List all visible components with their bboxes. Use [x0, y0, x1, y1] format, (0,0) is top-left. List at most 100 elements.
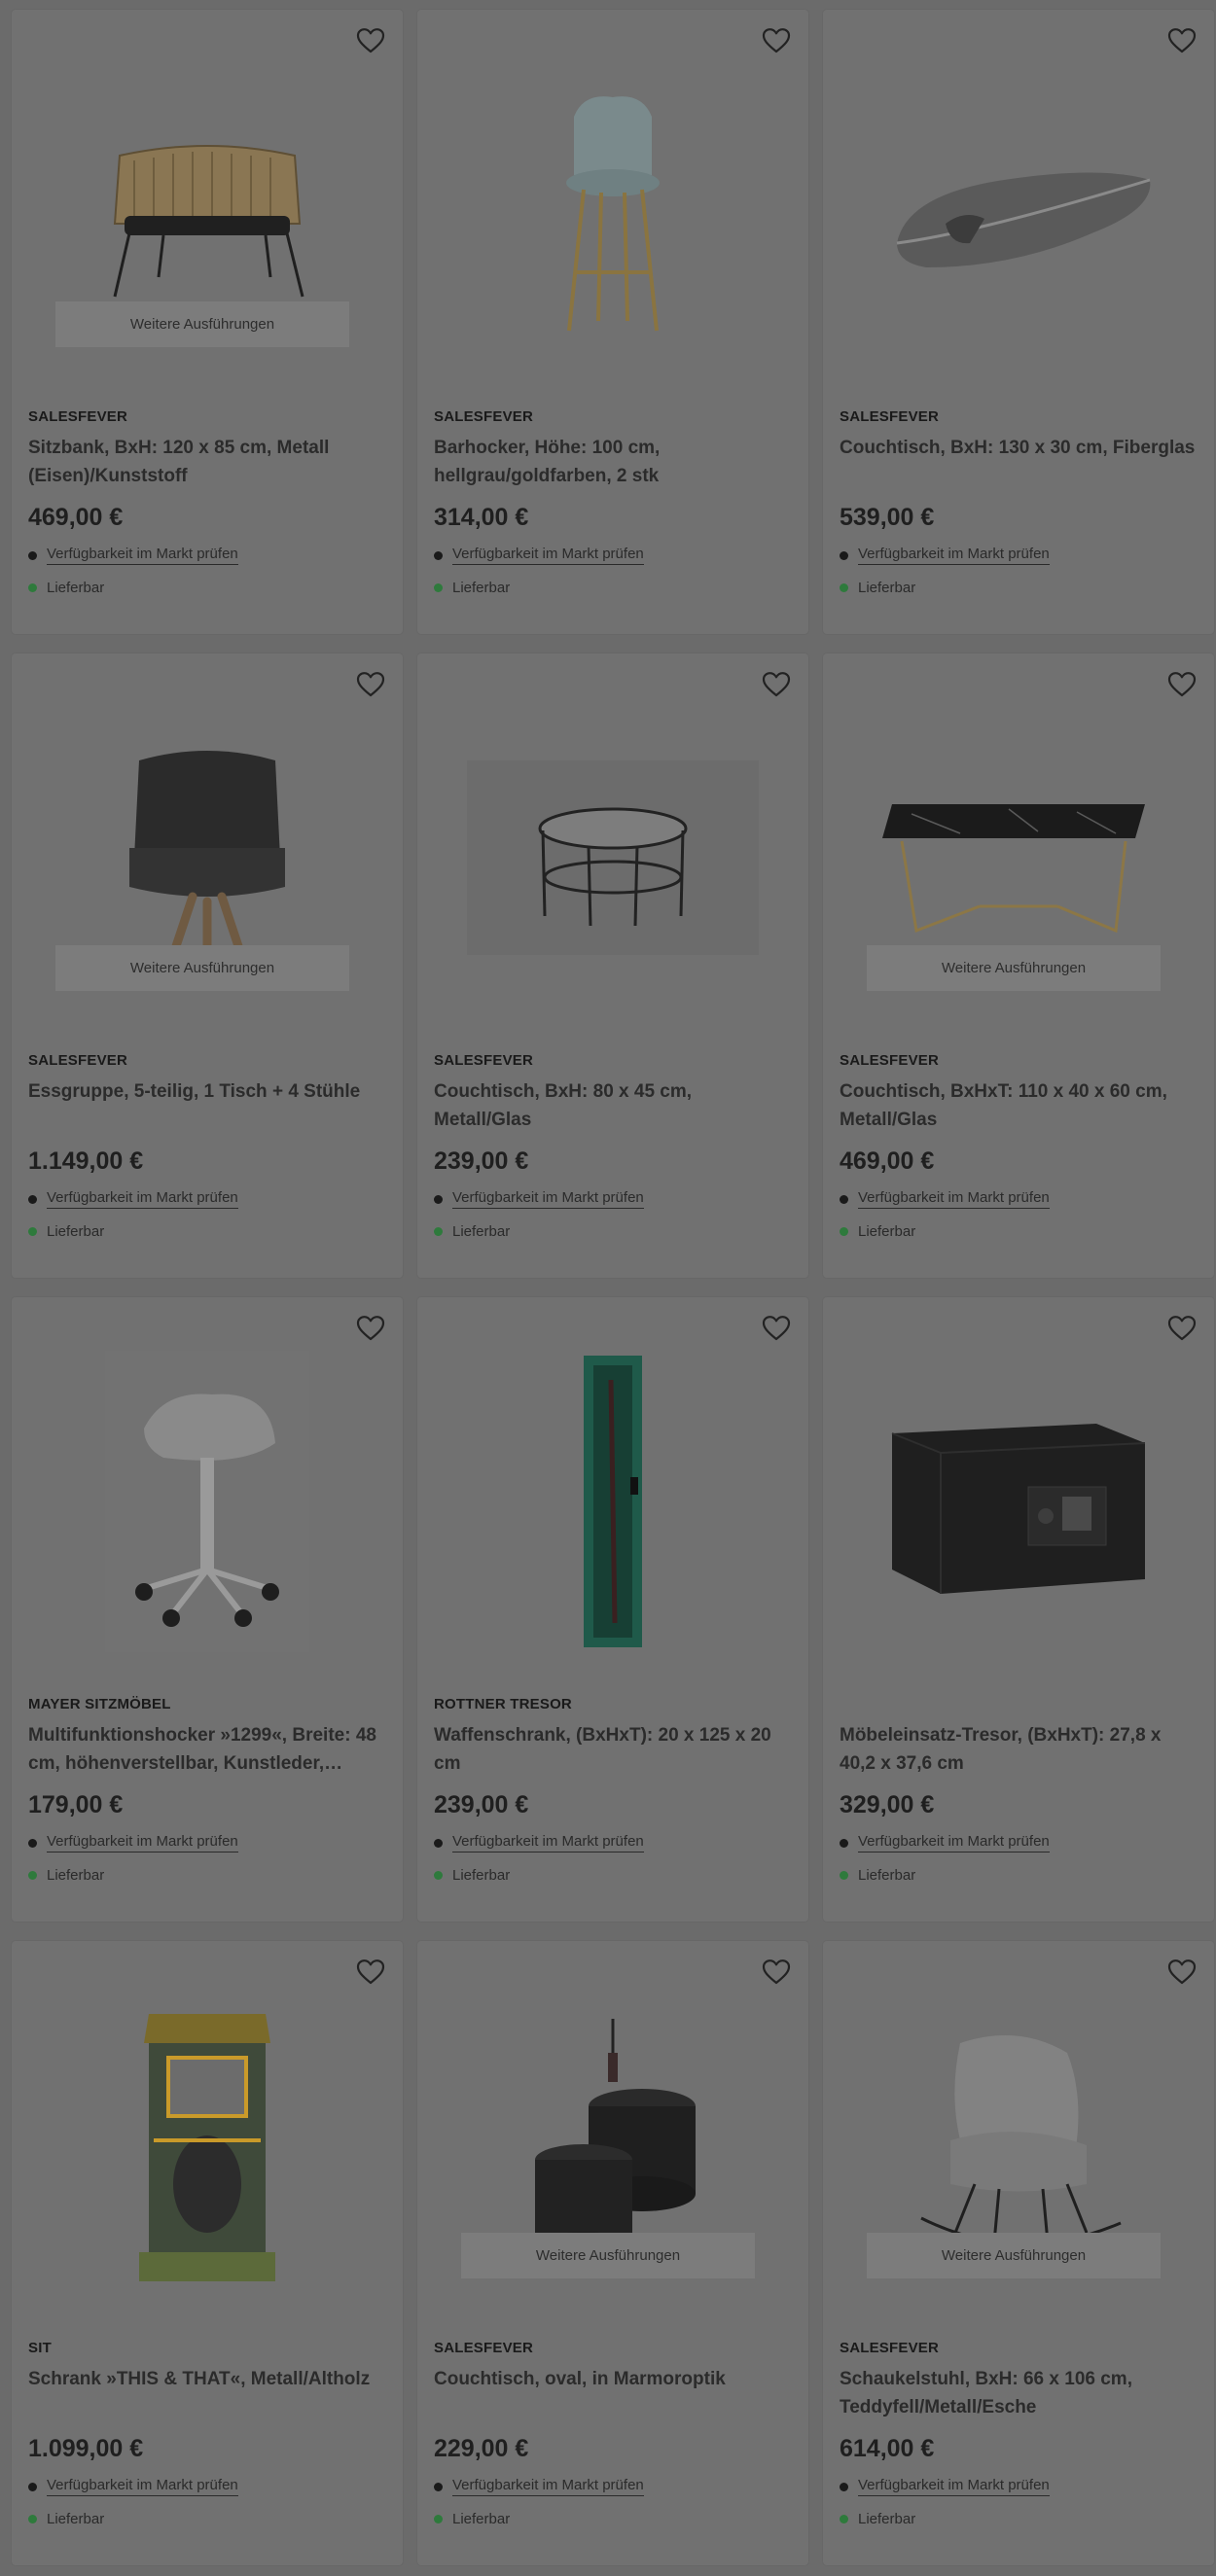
store-availability-link[interactable]: Verfügbarkeit im Markt prüfen [452, 1833, 644, 1853]
available-dot [28, 1870, 37, 1880]
cabinet-image[interactable] [55, 1999, 359, 2291]
store-availability-link[interactable]: Verfügbarkeit im Markt prüfen [452, 546, 644, 565]
product-card-6[interactable]: Weitere Ausführungen SALESFEVER Couchtis… [823, 653, 1214, 1278]
product-title[interactable]: Couchtisch, BxH: 130 x 30 cm, Fiberglas [840, 434, 1198, 490]
product-price: 314,00 € [434, 504, 529, 531]
delivery-label: Lieferbar [452, 579, 511, 596]
product-card-4[interactable]: Weitere Ausführungen SALESFEVER Essgrupp… [12, 653, 403, 1278]
product-info: SIT Schrank »THIS & THAT«, Metall/Althol… [28, 2340, 386, 2528]
store-availability-link[interactable]: Verfügbarkeit im Markt prüfen [858, 1833, 1050, 1853]
store-availability-check[interactable]: Verfügbarkeit im Markt prüfen [28, 543, 386, 568]
store-availability-check[interactable]: Verfügbarkeit im Markt prüfen [840, 543, 1198, 568]
product-card-12[interactable]: Weitere Ausführungen SALESFEVER Schaukel… [823, 1941, 1214, 2565]
product-card-5[interactable]: SALESFEVER Couchtisch, BxH: 80 x 45 cm, … [417, 653, 808, 1278]
store-availability-link[interactable]: Verfügbarkeit im Markt prüfen [858, 1189, 1050, 1209]
product-info: Möbeleinsatz-Tresor, (BxHxT): 27,8 x 40,… [840, 1696, 1198, 1885]
delivery-label: Lieferbar [47, 1866, 105, 1884]
product-card-3[interactable]: SALESFEVER Couchtisch, BxH: 130 x 30 cm,… [823, 10, 1214, 634]
store-availability-link[interactable]: Verfügbarkeit im Markt prüfen [452, 1189, 644, 1209]
product-info: SALESFEVER Essgruppe, 5-teilig, 1 Tisch … [28, 1052, 386, 1241]
store-availability-check[interactable]: Verfügbarkeit im Markt prüfen [28, 2474, 386, 2499]
heart-icon[interactable] [1167, 1958, 1197, 1986]
product-card-11[interactable]: Weitere Ausführungen SALESFEVER Couchtis… [417, 1941, 808, 2565]
available-dot [28, 582, 37, 592]
heart-icon[interactable] [356, 1315, 385, 1342]
heart-icon[interactable] [762, 1958, 791, 1986]
product-card-9[interactable]: Möbeleinsatz-Tresor, (BxHxT): 27,8 x 40,… [823, 1297, 1214, 1922]
product-info: ROTTNER TRESOR Waffenschrank, (BxHxT): 2… [434, 1696, 792, 1885]
product-title[interactable]: Couchtisch, BxH: 80 x 45 cm, Metall/Glas [434, 1077, 792, 1134]
delivery-label: Lieferbar [858, 1222, 916, 1240]
product-title[interactable]: Schaukelstuhl, BxH: 66 x 106 cm, Teddyfe… [840, 2365, 1198, 2421]
store-availability-link[interactable]: Verfügbarkeit im Markt prüfen [858, 2477, 1050, 2496]
heart-icon[interactable] [356, 671, 385, 698]
delivery-status: Lieferbar [28, 1221, 386, 1241]
product-card-8[interactable]: ROTTNER TRESOR Waffenschrank, (BxHxT): 2… [417, 1297, 808, 1922]
status-dot [434, 1838, 443, 1848]
store-availability-check[interactable]: Verfügbarkeit im Markt prüfen [840, 2474, 1198, 2499]
store-availability-link[interactable]: Verfügbarkeit im Markt prüfen [47, 2477, 238, 2496]
product-price: 469,00 € [840, 1147, 935, 1175]
product-brand: SALESFEVER [840, 408, 940, 425]
more-variants-button[interactable]: Weitere Ausführungen [867, 2233, 1161, 2278]
product-title[interactable]: Essgruppe, 5-teilig, 1 Tisch + 4 Stühle [28, 1077, 386, 1134]
store-availability-check[interactable]: Verfügbarkeit im Markt prüfen [434, 1830, 792, 1855]
product-card-2[interactable]: SALESFEVER Barhocker, Höhe: 100 cm, hell… [417, 10, 808, 634]
product-title[interactable]: Waffenschrank, (BxHxT): 20 x 125 x 20 cm [434, 1721, 792, 1778]
barstool-image[interactable] [461, 68, 765, 360]
store-availability-link[interactable]: Verfügbarkeit im Markt prüfen [47, 1833, 238, 1853]
store-availability-check[interactable]: Verfügbarkeit im Markt prüfen [840, 1830, 1198, 1855]
product-title[interactable]: Couchtisch, BxHxT: 110 x 40 x 60 cm, Met… [840, 1077, 1198, 1134]
heart-icon[interactable] [356, 27, 385, 54]
product-title[interactable]: Möbeleinsatz-Tresor, (BxHxT): 27,8 x 40,… [840, 1721, 1198, 1778]
status-dot [840, 1838, 848, 1848]
store-availability-link[interactable]: Verfügbarkeit im Markt prüfen [47, 546, 238, 565]
store-availability-check[interactable]: Verfügbarkeit im Markt prüfen [434, 543, 792, 568]
heart-icon[interactable] [1167, 1315, 1197, 1342]
status-dot [840, 550, 848, 560]
stool-image[interactable] [55, 1351, 359, 1652]
more-variants-button[interactable]: Weitere Ausführungen [55, 945, 349, 991]
heart-icon[interactable] [762, 27, 791, 54]
product-title[interactable]: Schrank »THIS & THAT«, Metall/Altholz [28, 2365, 386, 2421]
product-title[interactable]: Barhocker, Höhe: 100 cm, hellgrau/goldfa… [434, 434, 792, 490]
more-variants-button[interactable]: Weitere Ausführungen [55, 301, 349, 347]
store-availability-check[interactable]: Verfügbarkeit im Markt prüfen [28, 1830, 386, 1855]
product-card-7[interactable]: MAYER SITZMÖBEL Multifunktionshocker »12… [12, 1297, 403, 1922]
product-card-10[interactable]: SIT Schrank »THIS & THAT«, Metall/Althol… [12, 1941, 403, 2565]
heart-icon[interactable] [762, 671, 791, 698]
gun-cabinet-image[interactable] [461, 1356, 765, 1647]
store-availability-check[interactable]: Verfügbarkeit im Markt prüfen [28, 1186, 386, 1212]
store-availability-link[interactable]: Verfügbarkeit im Markt prüfen [452, 2477, 644, 2496]
product-card-1[interactable]: Weitere Ausführungen SALESFEVER Sitzbank… [12, 10, 403, 634]
heart-icon[interactable] [1167, 671, 1197, 698]
more-variants-button[interactable]: Weitere Ausführungen [867, 945, 1161, 991]
delivery-label: Lieferbar [858, 579, 916, 596]
product-title[interactable]: Multifunktionshocker »1299«, Breite: 48 … [28, 1721, 386, 1778]
store-availability-link[interactable]: Verfügbarkeit im Markt prüfen [858, 546, 1050, 565]
product-price: 614,00 € [840, 2435, 935, 2462]
product-brand: SALESFEVER [434, 1052, 534, 1069]
store-availability-check[interactable]: Verfügbarkeit im Markt prüfen [840, 1186, 1198, 1212]
round-table-image[interactable] [461, 712, 765, 1004]
status-dot [28, 550, 37, 560]
store-availability-check[interactable]: Verfügbarkeit im Markt prüfen [434, 2474, 792, 2499]
store-availability-check[interactable]: Verfügbarkeit im Markt prüfen [434, 1186, 792, 1212]
heart-icon[interactable] [1167, 27, 1197, 54]
product-info: SALESFEVER Barhocker, Höhe: 100 cm, hell… [434, 408, 792, 597]
fiberglass-table-image[interactable] [867, 68, 1170, 360]
delivery-label: Lieferbar [858, 2510, 916, 2527]
available-dot [840, 2514, 848, 2523]
product-title[interactable]: Couchtisch, oval, in Marmoroptik [434, 2365, 792, 2421]
product-title[interactable]: Sitzbank, BxH: 120 x 85 cm, Metall (Eise… [28, 434, 386, 490]
heart-icon[interactable] [762, 1315, 791, 1342]
safe-image[interactable] [867, 1356, 1170, 1647]
product-brand: SALESFEVER [840, 2340, 940, 2356]
more-variants-button[interactable]: Weitere Ausführungen [461, 2233, 755, 2278]
status-dot [28, 1194, 37, 1204]
delivery-status: Lieferbar [28, 1865, 386, 1885]
heart-icon[interactable] [356, 1958, 385, 1986]
store-availability-link[interactable]: Verfügbarkeit im Markt prüfen [47, 1189, 238, 1209]
delivery-status: Lieferbar [28, 578, 386, 597]
product-brand: SIT [28, 2340, 52, 2356]
